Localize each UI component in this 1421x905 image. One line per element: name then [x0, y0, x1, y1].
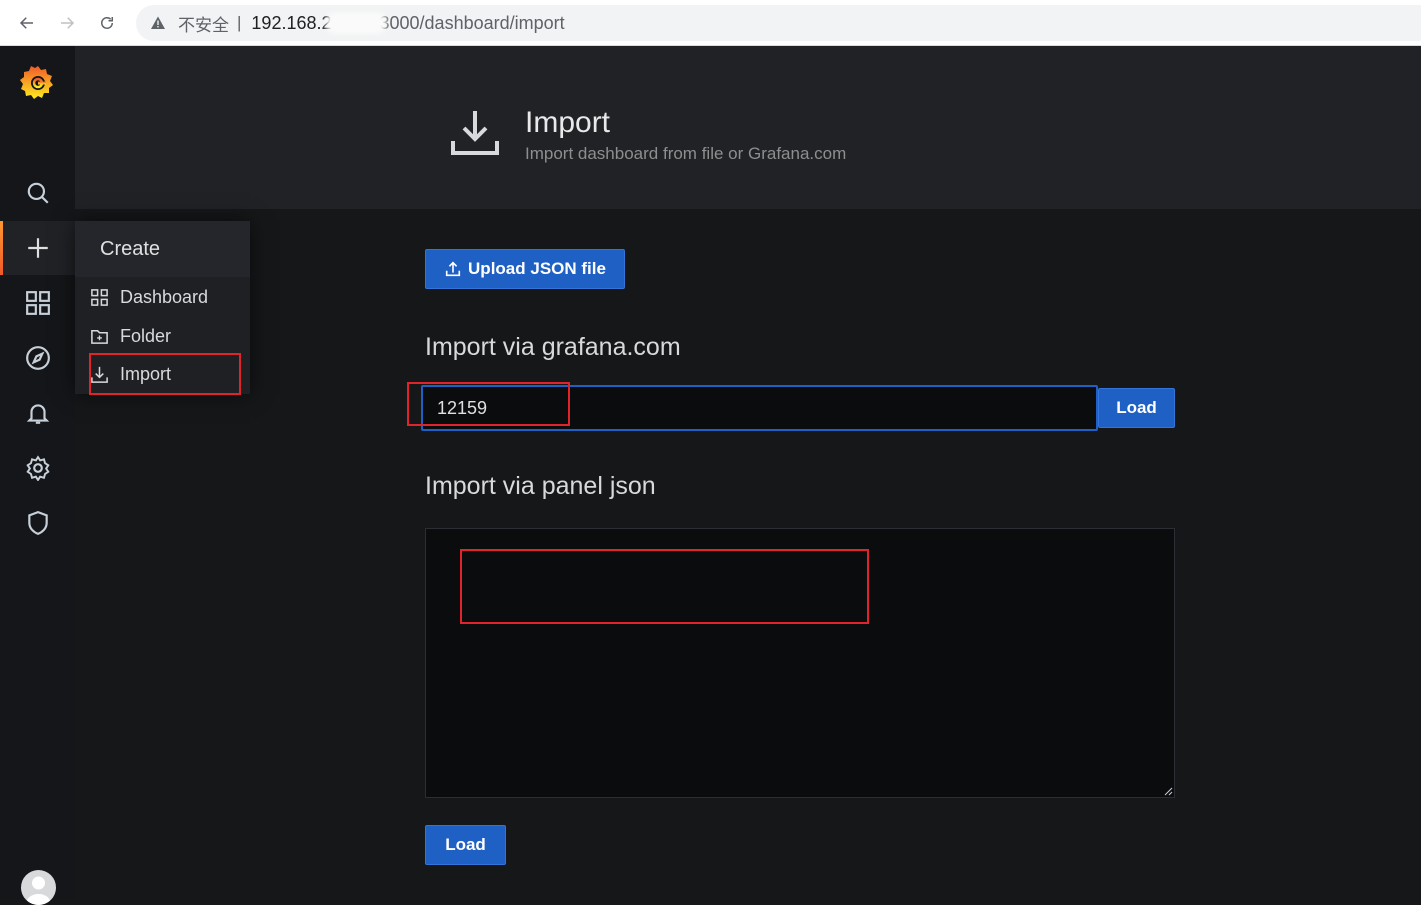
sidebar-alerting[interactable] — [0, 388, 75, 438]
upload-json-button[interactable]: Upload JSON file — [425, 249, 625, 289]
import-icon — [91, 366, 108, 383]
address-bar[interactable]: 不安全 | 192.168.2 3000/dashboard/import — [136, 5, 1421, 41]
menu-item-label: Dashboard — [120, 286, 209, 307]
arrow-left-icon — [19, 17, 33, 29]
dashboard-icon — [91, 288, 108, 306]
page-subtitle: Import dashboard from file or Grafana.co… — [525, 144, 847, 163]
insecure-label: 不安全 — [178, 15, 229, 35]
back-button[interactable] — [15, 11, 39, 35]
compass-icon — [25, 346, 50, 370]
panel-json-textarea[interactable] — [425, 528, 1175, 798]
sidebar-explore[interactable] — [0, 333, 75, 383]
browser-toolbar: 不安全 | 192.168.2 3000/dashboard/import — [0, 0, 1421, 46]
url-separator: | — [237, 13, 242, 32]
shield-icon — [27, 511, 48, 535]
reload-button[interactable] — [95, 11, 119, 35]
grafana-com-id-input[interactable] — [421, 385, 1098, 431]
create-menu: Create Dashboard Folder Import — [75, 221, 250, 394]
menu-item-import[interactable]: Import — [90, 359, 171, 389]
menu-item-folder[interactable]: Folder — [90, 321, 171, 351]
grafana-com-load-button[interactable]: Load — [1098, 388, 1175, 428]
import-header-icon — [451, 111, 499, 155]
sidebar-configuration[interactable] — [0, 443, 75, 493]
sidebar-server-admin[interactable] — [0, 498, 75, 548]
sidebar-dashboards[interactable] — [0, 278, 75, 328]
warning-icon — [151, 16, 165, 29]
sidebar-search[interactable] — [0, 168, 75, 218]
url-redaction — [325, 12, 386, 34]
gear-icon — [25, 455, 50, 481]
page-title: Import — [525, 106, 611, 139]
user-icon — [26, 876, 51, 905]
create-menu-title[interactable]: Create — [75, 221, 250, 277]
resize-handle-icon[interactable] — [1163, 786, 1173, 796]
url-host: 192.168.2 — [251, 12, 332, 33]
panel-json-load-button[interactable]: Load — [425, 825, 506, 865]
url-path: 3000/dashboard/import — [379, 12, 565, 33]
reload-icon — [101, 17, 113, 29]
plus-icon — [27, 238, 48, 258]
forward-button[interactable] — [55, 11, 79, 35]
avatar[interactable] — [21, 870, 56, 905]
grafana-com-heading: Import via grafana.com — [425, 333, 681, 361]
arrow-right-icon — [61, 17, 75, 29]
upload-icon — [445, 261, 461, 277]
page-header: Import Import dashboard from file or Gra… — [75, 46, 1421, 209]
upload-json-label: Upload JSON file — [468, 259, 606, 278]
panel-json-heading: Import via panel json — [425, 472, 656, 500]
menu-item-label: Folder — [120, 325, 172, 346]
grafana-logo-button[interactable] — [0, 57, 75, 107]
sidebar-create[interactable] — [0, 223, 75, 273]
grafana-logo-icon — [19, 66, 53, 99]
folder-icon — [91, 329, 108, 344]
menu-item-dashboard[interactable]: Dashboard — [90, 282, 208, 312]
search-icon — [27, 182, 49, 204]
bell-icon — [26, 404, 49, 424]
menu-item-label: Import — [120, 363, 172, 384]
dashboards-icon — [25, 291, 50, 315]
